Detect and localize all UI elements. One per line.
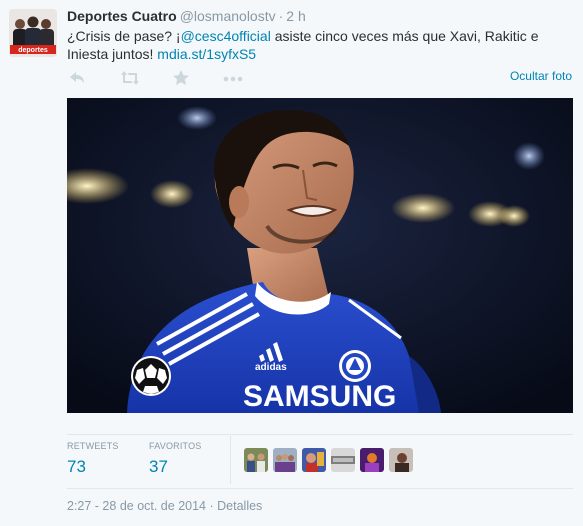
retweets-stat[interactable]: RETWEETS 73 [67,441,119,477]
photo-image: adidas SAMSUNG [67,98,573,413]
tweet-footer: 2:27 - 28 de oct. de 2014 · Detalles [67,499,262,513]
reply-icon[interactable] [67,68,89,88]
faver-avatar[interactable] [302,448,326,472]
hide-photo-link[interactable]: Ocultar foto [510,69,572,83]
retweets-label: RETWEETS [67,441,119,451]
more-icon[interactable] [222,68,244,88]
favorites-count[interactable]: 37 [149,457,201,477]
author-username[interactable]: @losmanolostv [180,8,276,24]
retweets-count[interactable]: 73 [67,457,119,477]
footer-separator: · [209,499,214,513]
tweet-detail: deportes Deportes Cuatro @losmanolostv · 2 … [0,0,583,526]
details-link[interactable]: Detalles [217,499,262,513]
star-icon[interactable] [171,68,193,88]
mention-link[interactable]: @cesc4official [181,28,271,44]
favorites-label: FAVORITOS [149,441,202,451]
tweet-timestamp[interactable]: 2:27 - 28 de oct. de 2014 [67,499,206,513]
photo-shirt-text: SAMSUNG [243,380,396,413]
avatar-badge-text: deportes [18,47,48,54]
tweet-text: ¿Crisis de pase? ¡@cesc4official asiste … [67,27,567,63]
author-fullname[interactable]: Deportes Cuatro [67,8,177,24]
tweet-text-part1: ¿Crisis de pase? ¡ [67,28,181,44]
avatar-image: deportes [9,9,57,57]
tweet-photo[interactable]: adidas SAMSUNG [67,98,573,413]
stats-separator [230,436,231,484]
photo-brand-text: adidas [255,362,287,373]
header-separator: · [278,8,284,24]
faver-avatar[interactable] [244,448,268,472]
tweet-actions: Ocultar foto [67,68,572,88]
stats-divider-bottom [67,488,573,489]
url-link[interactable]: mdia.st/1syfxS5 [157,46,256,62]
tweet-time[interactable]: 2 h [286,8,305,24]
faver-avatar[interactable] [331,448,355,472]
retweet-icon[interactable] [119,68,141,88]
faver-avatar[interactable] [389,448,413,472]
stats-divider-top [67,434,573,435]
faver-avatar[interactable] [273,448,297,472]
tweet-header: Deportes Cuatro @losmanolostv · 2 h [67,8,306,24]
favorites-stat[interactable]: FAVORITOS 37 [149,441,201,477]
avatar[interactable]: deportes [9,9,57,57]
faver-avatar[interactable] [360,448,384,472]
